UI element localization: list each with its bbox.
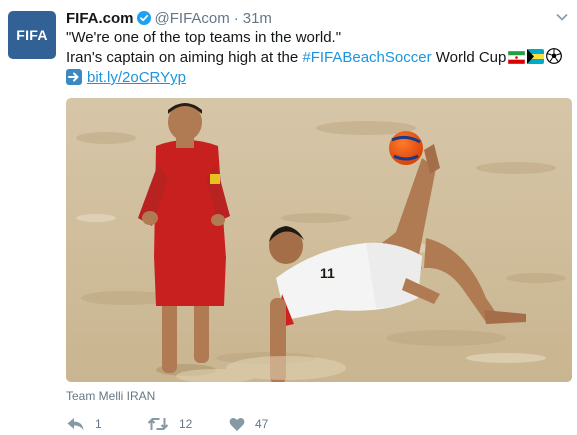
tweet-actions: 1 12 47 — [66, 416, 268, 432]
photo-caption: Team Melli IRAN — [66, 389, 156, 403]
tweet-text-suffix: World Cup — [431, 49, 507, 66]
retweet-icon — [147, 416, 169, 432]
separator-dot: · — [233, 9, 239, 27]
like-button[interactable]: 47 — [229, 417, 268, 432]
svg-text:11: 11 — [320, 265, 335, 281]
tweet-timestamp[interactable]: 31m — [243, 10, 272, 27]
reply-count: 1 — [95, 417, 102, 431]
tweet-text-prefix: Iran's captain on aiming high at the — [66, 49, 303, 66]
account-handle[interactable]: @FIFAcom — [155, 10, 230, 27]
caret-down-icon[interactable] — [555, 10, 569, 24]
reply-button[interactable]: 1 — [66, 416, 147, 432]
verified-badge-icon — [136, 11, 151, 25]
account-name[interactable]: FIFA.com — [66, 10, 134, 27]
iran-flag-icon — [508, 50, 526, 65]
tweet-header: FIFA.com @FIFAcom · 31m — [66, 8, 272, 28]
avatar[interactable]: FIFA — [8, 11, 56, 59]
retweet-button[interactable]: 12 — [147, 416, 229, 432]
tweet-photo[interactable]: 11 — [66, 98, 572, 382]
retweet-count: 12 — [179, 417, 193, 431]
tweet-body-line: Iran's captain on aiming high at the #FI… — [66, 48, 566, 68]
tweet-quote-line: "We're one of the top teams in the world… — [66, 29, 342, 46]
short-link[interactable]: bit.ly/2oCRYyp — [87, 69, 186, 86]
bahamas-flag-icon — [527, 49, 545, 64]
heart-icon — [229, 417, 245, 432]
right-arrow-icon — [66, 69, 82, 85]
reply-icon — [66, 416, 85, 432]
tweet-link-line: bit.ly/2oCRYyp — [66, 68, 566, 88]
hashtag-link[interactable]: #FIFABeachSoccer — [302, 49, 431, 66]
tweet-text: "We're one of the top teams in the world… — [66, 28, 566, 88]
soccer-ball-icon — [546, 48, 563, 64]
avatar-logo-text: FIFA — [16, 27, 48, 43]
like-count: 47 — [255, 417, 269, 431]
